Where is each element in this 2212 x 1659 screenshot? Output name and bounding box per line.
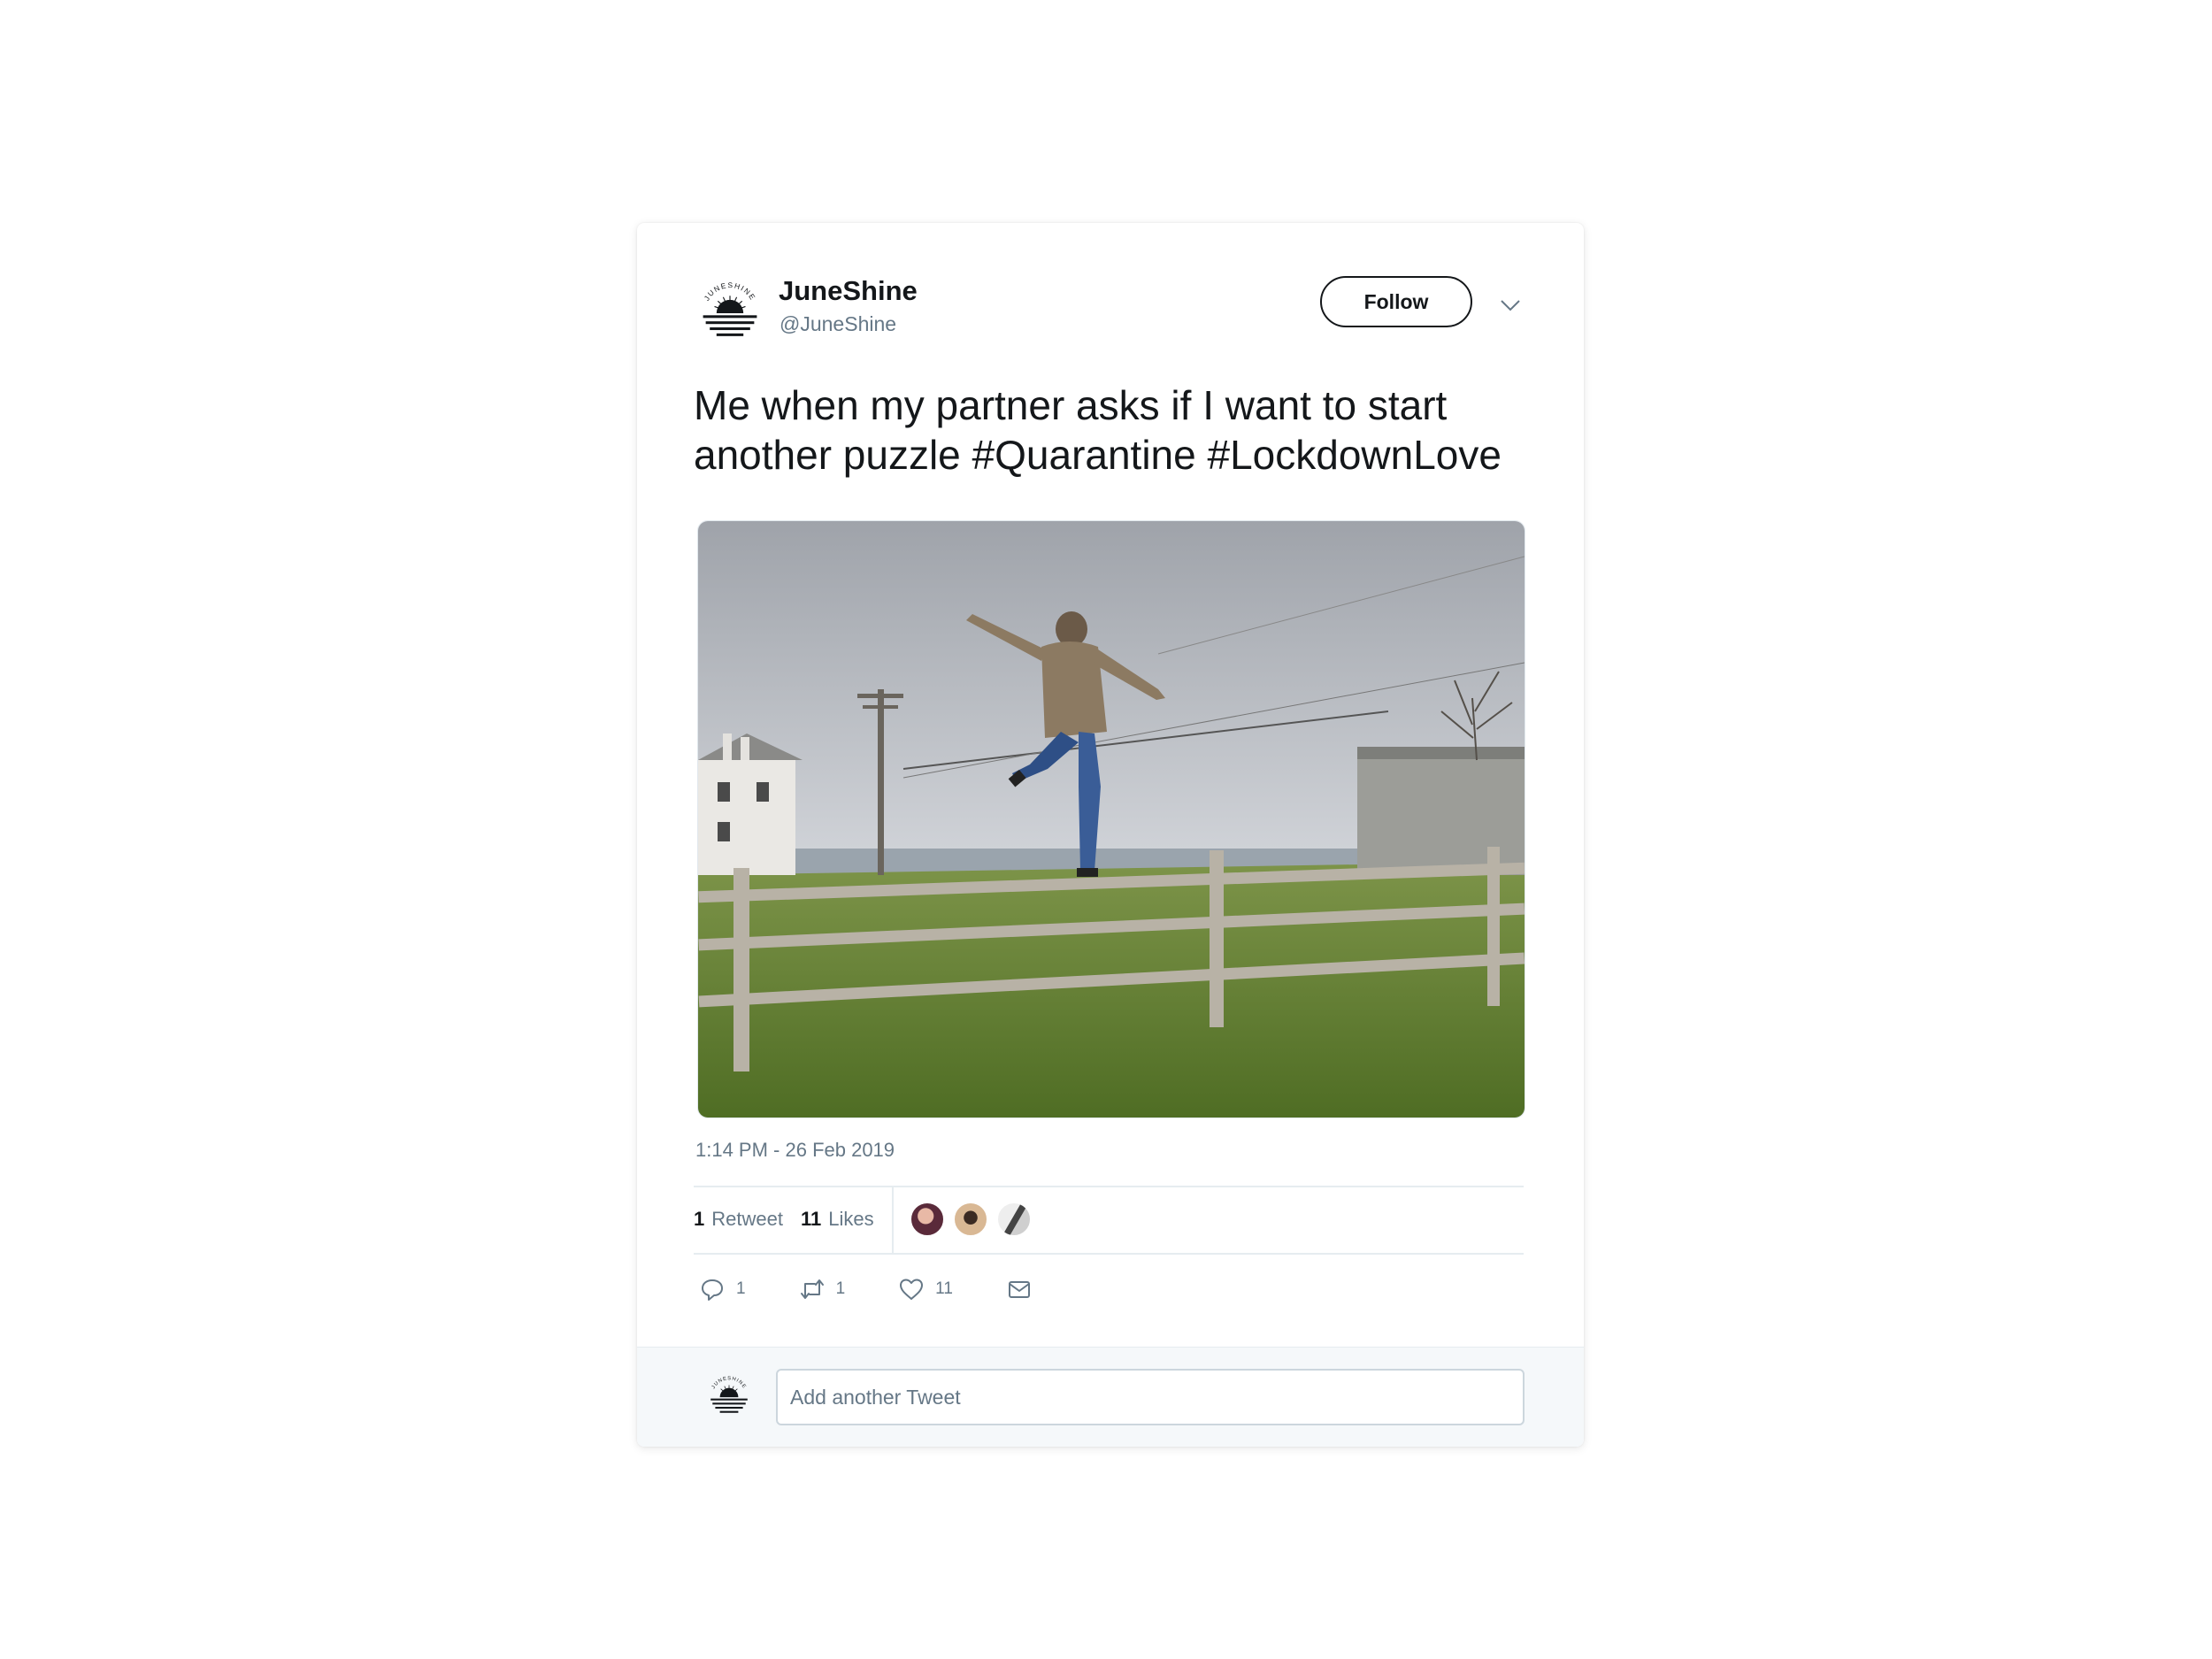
tweet-timestamp[interactable]: 1:14 PM - 26 Feb 2019	[695, 1139, 895, 1162]
retweets-count: 1	[694, 1208, 705, 1230]
likes-count: 11	[800, 1208, 822, 1230]
retweets-stat[interactable]: 1 Retweet	[694, 1208, 783, 1231]
retweets-label: Retweet	[711, 1208, 783, 1230]
divider	[694, 1253, 1524, 1255]
tweet-text: Me when my partner asks if I want to sta…	[694, 382, 1502, 478]
heart-icon	[900, 1279, 924, 1300]
tweet-photo[interactable]	[697, 520, 1525, 1118]
likes-label: Likes	[828, 1208, 874, 1230]
display-name[interactable]: JuneShine	[779, 275, 918, 307]
likers-avatars	[909, 1202, 1040, 1237]
likes-stat[interactable]: 11 Likes	[801, 1208, 874, 1231]
tweet-card: JUNESHINE JuneShine @JuneShine Follow Me…	[637, 223, 1584, 1447]
reply-count: 1	[736, 1279, 746, 1298]
reply-input[interactable]	[776, 1369, 1525, 1425]
retweet-button[interactable]: 1	[799, 1276, 846, 1302]
user-handle[interactable]: @JuneShine	[780, 312, 896, 336]
like-button[interactable]: 11	[898, 1276, 953, 1302]
juneshine-logo-icon[interactable]: JUNESHINE	[696, 277, 764, 344]
retweet-count: 1	[835, 1279, 846, 1298]
liker-avatar[interactable]	[909, 1202, 945, 1237]
direct-message-button[interactable]	[1006, 1276, 1033, 1302]
stats-separator	[891, 1186, 894, 1253]
tweet-actions: 1 1 11	[699, 1271, 1086, 1307]
chevron-down-icon[interactable]	[1497, 292, 1524, 319]
liker-avatar[interactable]	[952, 1202, 988, 1237]
reply-composer: JUNESHINE	[637, 1347, 1584, 1447]
like-count: 11	[935, 1279, 953, 1298]
reply-icon	[702, 1279, 723, 1301]
juneshine-logo-icon: JUNESHINE	[706, 1372, 752, 1418]
tweet-stats: 1 Retweet 11 Likes	[694, 1186, 1524, 1253]
follow-button[interactable]: Follow	[1320, 276, 1472, 327]
retweet-icon	[800, 1279, 824, 1299]
liker-avatar[interactable]	[995, 1202, 1032, 1237]
reply-button[interactable]: 1	[699, 1276, 746, 1302]
envelope-icon	[1008, 1281, 1030, 1298]
